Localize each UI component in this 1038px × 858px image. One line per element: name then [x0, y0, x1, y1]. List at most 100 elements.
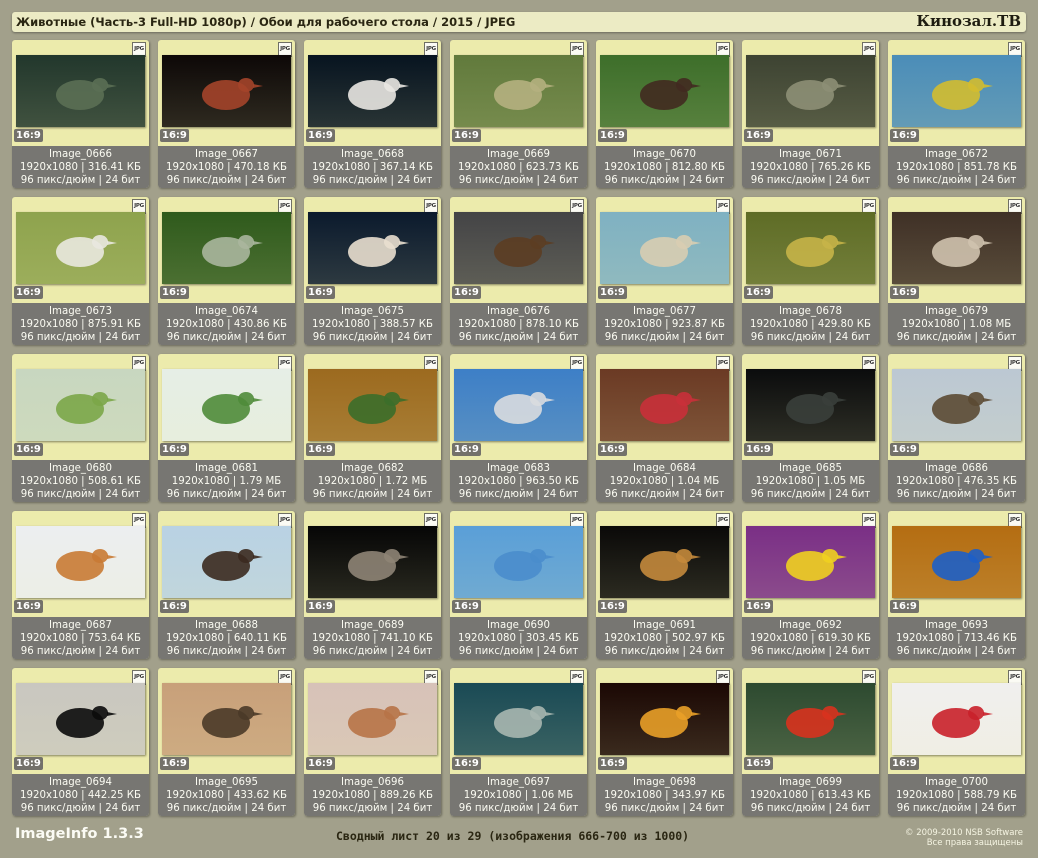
aspect-ratio-badge: 16:9	[744, 129, 773, 142]
image-card[interactable]: JPG 16:9 Image_0697 1920x1080 | 1.06 МБ 96 п…	[450, 668, 587, 816]
aspect-ratio-badge: 16:9	[890, 286, 919, 299]
image-card[interactable]: JPG 16:9 Image_0695 1920x1080 | 433.62 КБ 96…	[158, 668, 295, 816]
image-dpi-depth: 96 пикс/дюйм | 24 бит	[20, 646, 141, 657]
thumbnail-crow-head-icon[interactable]	[16, 683, 145, 755]
image-dpi-depth: 96 пикс/дюйм | 24 бит	[458, 175, 579, 186]
thumbnail-hummingbird-feeder-icon[interactable]	[892, 683, 1021, 755]
thumbnail-heron-beach-icon[interactable]	[600, 212, 729, 284]
image-name: Image_0694	[49, 777, 112, 788]
image-card[interactable]: JPG 16:9 Image_0680 1920x1080 | 508.61 КБ 96…	[12, 354, 149, 502]
thumbnail-hoopoe-icon[interactable]	[308, 683, 437, 755]
thumbnail-bunting-icon[interactable]	[892, 526, 1021, 598]
image-dpi-depth: 96 пикс/дюйм | 24 бит	[312, 332, 433, 343]
image-info: Image_0697 1920x1080 | 1.06 МБ 96 пикс/дюй…	[450, 774, 587, 816]
image-card[interactable]: JPG 16:9 Image_0687 1920x1080 | 753.64 КБ 96…	[12, 511, 149, 659]
image-name: Image_0672	[925, 149, 988, 160]
thumbnail-bird-branch-dusk-icon[interactable]	[162, 683, 291, 755]
image-card[interactable]: JPG 16:9 Image_0699 1920x1080 | 613.43 КБ 96…	[742, 668, 879, 816]
image-card[interactable]: JPG 16:9 Image_0693 1920x1080 | 713.46 КБ 96…	[888, 511, 1025, 659]
image-dpi-depth: 96 пикс/дюйм | 24 бит	[604, 489, 725, 500]
image-card[interactable]: JPG 16:9 Image_0674 1920x1080 | 430.86 КБ 96…	[158, 197, 295, 345]
thumbnail-chickadee-berries-icon[interactable]	[600, 369, 729, 441]
thumbnail-falcon-icon[interactable]	[892, 369, 1021, 441]
image-card[interactable]: JPG 16:9 Image_0668 1920x1080 | 367.14 КБ 96…	[304, 40, 441, 188]
image-card[interactable]: JPG 16:9 Image_0678 1920x1080 | 429.80 КБ 96…	[742, 197, 879, 345]
image-card[interactable]: JPG 16:9 Image_0681 1920x1080 | 1.79 МБ 96 п…	[158, 354, 295, 502]
thumbnail-eagle-head-icon[interactable]	[454, 212, 583, 284]
image-dpi-depth: 96 пикс/дюйм | 24 бит	[750, 646, 871, 657]
image-resolution-size: 1920x1080 | 765.26 КБ	[750, 162, 871, 173]
image-card[interactable]: JPG 16:9 Image_0696 1920x1080 | 889.26 КБ 96…	[304, 668, 441, 816]
image-resolution-size: 1920x1080 | 713.46 КБ	[896, 633, 1017, 644]
image-info: Image_0668 1920x1080 | 367.14 КБ 96 пикс/д…	[304, 146, 441, 188]
image-card[interactable]: JPG 16:9 Image_0673 1920x1080 | 875.91 КБ 96…	[12, 197, 149, 345]
thumbnail-peacock-icon[interactable]	[308, 369, 437, 441]
aspect-ratio-badge: 16:9	[160, 757, 189, 770]
thumbnail-crows-icon[interactable]	[454, 369, 583, 441]
image-card[interactable]: JPG 16:9 Image_0679 1920x1080 | 1.08 МБ 96 п…	[888, 197, 1025, 345]
image-card[interactable]: JPG 16:9 Image_0672 1920x1080 | 851.78 КБ 96…	[888, 40, 1025, 188]
aspect-ratio-badge: 16:9	[744, 757, 773, 770]
aspect-ratio-badge: 16:9	[306, 286, 335, 299]
thumbnail-robin-icon[interactable]	[16, 526, 145, 598]
thumbnail-hoopoe-flying-icon[interactable]	[600, 526, 729, 598]
thumbnail-gannet-icon[interactable]	[308, 55, 437, 127]
image-card[interactable]: JPG 16:9 Image_0675 1920x1080 | 388.57 КБ 96…	[304, 197, 441, 345]
image-card[interactable]: JPG 16:9 Image_0667 1920x1080 | 470.18 КБ 96…	[158, 40, 295, 188]
image-card[interactable]: JPG 16:9 Image_0688 1920x1080 | 640.11 КБ 96…	[158, 511, 295, 659]
image-card[interactable]: JPG 16:9 Image_0677 1920x1080 | 923.87 КБ 96…	[596, 197, 733, 345]
image-card[interactable]: JPG 16:9 Image_0682 1920x1080 | 1.72 МБ 96 п…	[304, 354, 441, 502]
image-card[interactable]: JPG 16:9 Image_0692 1920x1080 | 619.30 КБ 96…	[742, 511, 879, 659]
thumbnail-white-peacock-icon[interactable]	[162, 369, 291, 441]
thumbnail-bird-sky-icon[interactable]	[454, 526, 583, 598]
image-card[interactable]: JPG 16:9 Image_0676 1920x1080 | 878.10 КБ 96…	[450, 197, 587, 345]
thumbnail-puffin-icon[interactable]	[16, 369, 145, 441]
thumbnail-bird-on-rock-icon[interactable]	[746, 55, 875, 127]
thumbnail-bird-on-branch-icon[interactable]	[746, 212, 875, 284]
thumbnail-gannet-flying-icon[interactable]	[16, 55, 145, 127]
thumbnail-spoonbill-icon[interactable]	[16, 212, 145, 284]
image-card[interactable]: JPG 16:9 Image_0698 1920x1080 | 343.97 КБ 96…	[596, 668, 733, 816]
thumbnail-gannet-pair-icon[interactable]	[308, 212, 437, 284]
thumbnail-snowy-owl-icon[interactable]	[162, 526, 291, 598]
copyright-line-1: © 2009-2010 NSB Software	[905, 828, 1023, 838]
image-info: Image_0690 1920x1080 | 303.45 КБ 96 пикс/д…	[450, 617, 587, 659]
image-resolution-size: 1920x1080 | 878.10 КБ	[458, 319, 579, 330]
thumbnail-owl-face-icon[interactable]	[892, 212, 1021, 284]
thumbnail-cormorant-icon[interactable]	[746, 369, 875, 441]
aspect-ratio-badge: 16:9	[598, 443, 627, 456]
image-dpi-depth: 96 пикс/дюйм | 24 бит	[604, 175, 725, 186]
image-card[interactable]: JPG 16:9 Image_0686 1920x1080 | 476.35 КБ 96…	[888, 354, 1025, 502]
image-card[interactable]: JPG 16:9 Image_0670 1920x1080 | 812.80 КБ 96…	[596, 40, 733, 188]
image-name: Image_0681	[195, 463, 258, 474]
image-card[interactable]: JPG 16:9 Image_0685 1920x1080 | 1.05 МБ 96 п…	[742, 354, 879, 502]
image-card[interactable]: JPG 16:9 Image_0669 1920x1080 | 623.73 КБ 96…	[450, 40, 587, 188]
image-card[interactable]: JPG 16:9 Image_0694 1920x1080 | 442.25 КБ 96…	[12, 668, 149, 816]
thumbnail-yellow-bird-icon[interactable]	[892, 55, 1021, 127]
thumbnail-woodpecker-flight-icon[interactable]	[454, 683, 583, 755]
thumbnail-turkey-icon[interactable]	[600, 55, 729, 127]
thumbnail-eagle-landing-icon[interactable]	[454, 55, 583, 127]
image-name: Image_0678	[779, 306, 842, 317]
image-info: Image_0692 1920x1080 | 619.30 КБ 96 пикс/д…	[742, 617, 879, 659]
image-name: Image_0689	[341, 620, 404, 631]
image-info: Image_0677 1920x1080 | 923.87 КБ 96 пикс/д…	[596, 303, 733, 345]
image-card[interactable]: JPG 16:9 Image_0691 1920x1080 | 502.97 КБ 96…	[596, 511, 733, 659]
image-card[interactable]: JPG 16:9 Image_0690 1920x1080 | 303.45 КБ 96…	[450, 511, 587, 659]
image-card[interactable]: JPG 16:9 Image_0700 1920x1080 | 588.79 КБ 96…	[888, 668, 1025, 816]
thumbnail-jay-flying-icon[interactable]	[162, 212, 291, 284]
image-card[interactable]: JPG 16:9 Image_0684 1920x1080 | 1.04 МБ 96 п…	[596, 354, 733, 502]
image-info: Image_0695 1920x1080 | 433.62 КБ 96 пикс/д…	[158, 774, 295, 816]
image-info: Image_0679 1920x1080 | 1.08 МБ 96 пикс/дюй…	[888, 303, 1025, 345]
image-card[interactable]: JPG 16:9 Image_0683 1920x1080 | 963.50 КБ 96…	[450, 354, 587, 502]
thumbnail-goldfinch-icon[interactable]	[746, 526, 875, 598]
thumbnail-heron-on-branch-icon[interactable]	[162, 55, 291, 127]
image-name: Image_0675	[341, 306, 404, 317]
thumbnail-sunset-bird-icon[interactable]	[600, 683, 729, 755]
thumbnail-scops-owl-icon[interactable]	[308, 526, 437, 598]
image-card[interactable]: JPG 16:9 Image_0689 1920x1080 | 741.10 КБ 96…	[304, 511, 441, 659]
image-info: Image_0698 1920x1080 | 343.97 КБ 96 пикс/д…	[596, 774, 733, 816]
thumbnail-scarlet-ibis-icon[interactable]	[746, 683, 875, 755]
image-card[interactable]: JPG 16:9 Image_0666 1920x1080 | 316.41 КБ 96…	[12, 40, 149, 188]
image-card[interactable]: JPG 16:9 Image_0671 1920x1080 | 765.26 КБ 96…	[742, 40, 879, 188]
